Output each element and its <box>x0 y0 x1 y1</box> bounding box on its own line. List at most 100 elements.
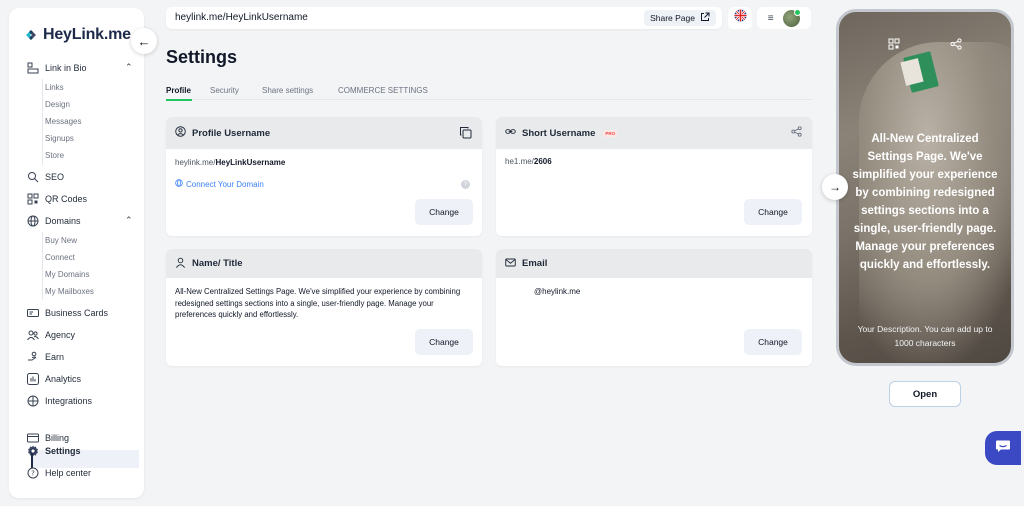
sidebar-subitem-my-mailboxes[interactable]: My Mailboxes <box>45 287 94 296</box>
change-short-username-button[interactable]: Change <box>744 199 802 225</box>
card-title: Email <box>522 258 548 269</box>
sidebar-item-link-in-bio[interactable]: Link in Bio <box>27 59 87 77</box>
card-body: All-New Centralized Settings Page. We've… <box>166 278 482 366</box>
user-menu[interactable]: ≡ <box>757 7 811 29</box>
tab-security[interactable]: Security <box>210 86 239 100</box>
link-icon <box>505 126 516 140</box>
chevron-up-icon[interactable]: ⌃ <box>125 215 133 226</box>
sidebar-subitem-messages[interactable]: Messages <box>45 117 81 126</box>
avatar[interactable] <box>783 8 802 27</box>
tab-share-settings[interactable]: Share settings <box>262 86 313 100</box>
card-title: Name/ Title <box>192 258 243 269</box>
sidebar-item-integrations[interactable]: Integrations <box>27 392 92 410</box>
submenu-line <box>42 232 43 300</box>
short-username-card: Short Username PRO he1.me/2606 Change <box>496 117 812 236</box>
card-body: heylink.me/HeyLinkUsername Connect Your … <box>166 149 482 236</box>
help-icon[interactable]: ? <box>461 180 470 189</box>
page-url-bar: heylink.me/HeyLinkUsername Share Page <box>166 7 722 29</box>
name-title-card: Name/ Title All-New Centralized Settings… <box>166 249 482 366</box>
sidebar-item-analytics[interactable]: Analytics <box>27 370 81 388</box>
card-header: Short Username PRO <box>496 117 812 149</box>
url-prefix: heylink.me/ <box>175 158 216 167</box>
sidebar-item-help-center[interactable]: ? Help center <box>27 464 91 482</box>
copy-icon[interactable] <box>459 126 472 142</box>
preview-description: Your Description. You can add up to 1000… <box>857 324 993 348</box>
sidebar-item-label: Domains <box>45 216 81 226</box>
sidebar-item-label: Analytics <box>45 374 82 384</box>
sidebar-subitem-buy-new[interactable]: Buy New <box>45 236 77 245</box>
sidebar: HeyLink.me Link in Bio ⌃ Links Design Me… <box>9 8 144 498</box>
active-tab-indicator <box>166 99 192 101</box>
share-page-button[interactable]: Share Page <box>644 10 716 26</box>
users-icon <box>27 329 39 341</box>
sidebar-subitem-signups[interactable]: Signups <box>45 134 74 143</box>
sidebar-item-label: SEO <box>45 172 65 182</box>
card-header: Profile Username <box>166 117 482 149</box>
user-icon <box>175 257 186 271</box>
mail-icon <box>505 257 516 271</box>
sidebar-item-label: Link in Bio <box>45 63 87 73</box>
sidebar-subitem-my-domains[interactable]: My Domains <box>45 270 89 279</box>
sidebar-item-qr-codes[interactable]: QR Codes <box>27 190 87 208</box>
sidebar-subitem-links[interactable]: Links <box>45 83 64 92</box>
seo-icon <box>27 171 39 183</box>
collapse-sidebar-button[interactable]: ← <box>131 28 157 54</box>
sidebar-subitem-store[interactable]: Store <box>45 151 64 160</box>
sidebar-item-agency[interactable]: Agency <box>27 326 75 344</box>
share-icon[interactable] <box>791 126 802 140</box>
sidebar-subitem-design[interactable]: Design <box>45 100 70 109</box>
sidebar-item-settings[interactable]: Settings <box>27 442 81 460</box>
qr-code-icon[interactable] <box>888 38 900 53</box>
change-name-title-button[interactable]: Change <box>415 329 473 355</box>
short-url: he1.me/2606 <box>505 157 552 166</box>
tab-commerce-settings[interactable]: COMMERCE SETTINGS <box>338 86 428 100</box>
brand-name: HeyLink.me <box>43 26 131 43</box>
chat-icon <box>995 439 1011 458</box>
sidebar-item-domains[interactable]: Domains <box>27 212 81 230</box>
sidebar-item-seo[interactable]: SEO <box>27 168 64 186</box>
connect-domain-link[interactable]: Connect Your Domain <box>175 179 264 189</box>
earn-icon <box>27 351 39 363</box>
share-page-label: Share Page <box>650 13 695 23</box>
heylink-logo-icon <box>23 27 39 43</box>
email-card: Email @heylink.me Change <box>496 249 812 366</box>
user-circle-icon <box>175 126 186 140</box>
tab-profile[interactable]: Profile <box>166 86 191 100</box>
open-preview-button[interactable]: Open <box>889 381 961 407</box>
share-icon[interactable] <box>950 38 962 53</box>
page-url[interactable]: heylink.me/HeyLinkUsername <box>175 12 308 23</box>
sidebar-item-label: Integrations <box>45 396 93 406</box>
qr-code-icon <box>27 193 39 205</box>
sidebar-item-business-cards[interactable]: Business Cards <box>27 304 108 322</box>
gear-icon <box>27 445 39 457</box>
card-body: @heylink.me Change <box>496 278 812 366</box>
profile-url: heylink.me/HeyLinkUsername <box>175 158 285 167</box>
sidebar-item-label: Settings <box>45 446 81 456</box>
sidebar-subitem-connect[interactable]: Connect <box>45 253 75 262</box>
arrow-right-icon: → <box>829 180 841 194</box>
sidebar-item-earn[interactable]: Earn <box>27 348 64 366</box>
card-title: Short Username <box>522 127 596 139</box>
next-preview-button[interactable]: → <box>822 174 848 200</box>
chat-support-button[interactable] <box>985 431 1021 465</box>
globe-icon <box>175 179 183 189</box>
svg-text:?: ? <box>31 470 35 478</box>
sidebar-item-label: Earn <box>45 352 65 362</box>
change-profile-username-button[interactable]: Change <box>415 199 473 225</box>
card-body: he1.me/2606 Change <box>496 149 812 236</box>
business-card-icon <box>27 307 39 319</box>
submenu-line <box>42 79 43 165</box>
sidebar-item-label: QR Codes <box>45 194 88 204</box>
change-email-button[interactable]: Change <box>744 329 802 355</box>
analytics-icon <box>27 373 39 385</box>
arrow-left-icon: ← <box>137 33 151 49</box>
pro-badge: PRO <box>603 129 618 137</box>
external-link-icon <box>700 12 710 24</box>
name-title-value: All-New Centralized Settings Page. We've… <box>175 287 461 319</box>
brand-logo[interactable]: HeyLink.me <box>23 26 131 44</box>
language-selector[interactable] <box>728 7 752 29</box>
sidebar-item-label: Business Cards <box>45 308 109 318</box>
chevron-up-icon[interactable]: ⌃ <box>125 62 133 73</box>
hamburger-menu-icon[interactable]: ≡ <box>768 13 774 24</box>
globe-icon <box>27 215 39 227</box>
